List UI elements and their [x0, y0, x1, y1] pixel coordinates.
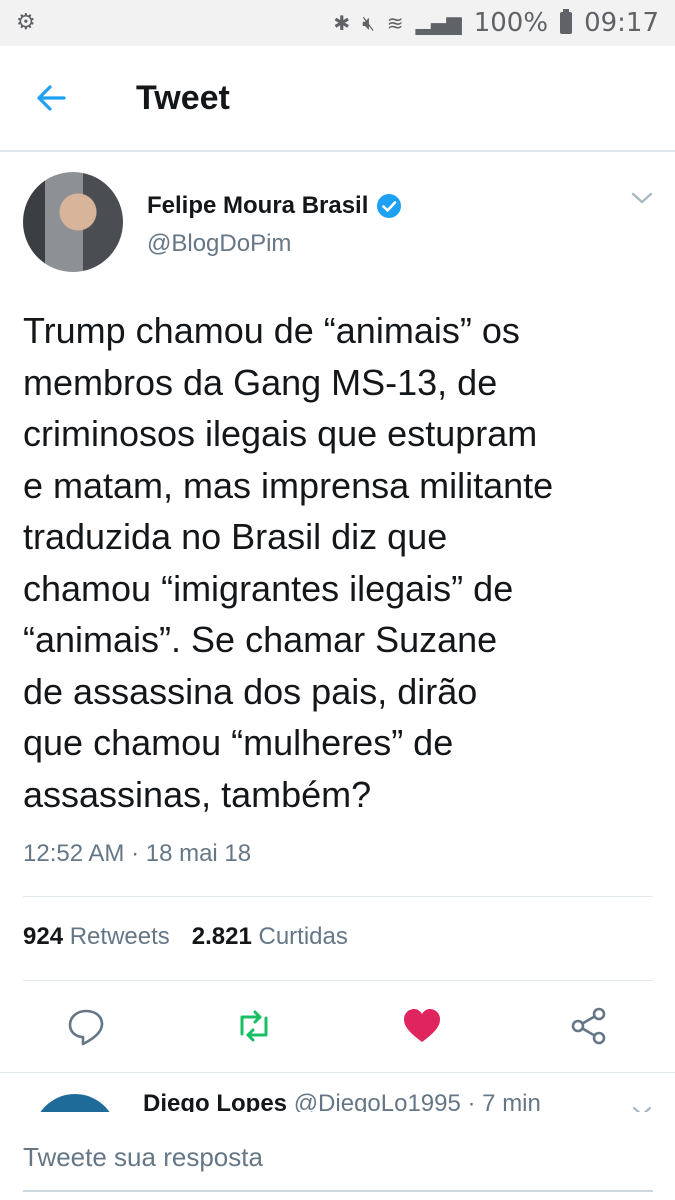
reply-icon[interactable] — [64, 1004, 108, 1048]
tweet-text-line: e matam, mas imprensa militante — [23, 464, 554, 506]
tweet-text-line: criminosos ilegais que estupram — [23, 413, 538, 454]
likes-count: 2.821 — [191, 923, 252, 950]
bluetooth-icon: ✱ — [333, 11, 351, 35]
battery-icon — [560, 9, 573, 34]
author-row[interactable]: Felipe Moura Brasil — [147, 192, 402, 220]
tweet-text-line: chamou “imigrantes ilegais” de — [23, 567, 514, 609]
status-icons: ✱ 🔇︎ ≋ ▂▄▆ 100% 09:17 — [333, 8, 659, 38]
author-avatar[interactable] — [23, 172, 123, 272]
tweet-text-line: de assassina dos pais, dirão — [23, 670, 478, 712]
divider — [23, 980, 653, 981]
share-icon[interactable] — [567, 1004, 611, 1048]
reply-input[interactable]: Tweete sua resposta — [23, 1142, 263, 1173]
likes-label: Curtidas — [258, 923, 348, 950]
wifi-icon: ≋ — [386, 11, 404, 35]
verified-badge-icon — [377, 194, 402, 218]
tweet-text-line: traduzida no Brasil diz que — [23, 516, 448, 557]
signal-icon: ▂▄▆ — [415, 11, 462, 35]
retweets-count: 924 — [23, 923, 64, 950]
battery-percent: 100% — [473, 8, 549, 38]
page-title: Tweet — [136, 79, 230, 117]
author-name[interactable]: Felipe Moura Brasil — [147, 192, 368, 220]
divider — [0, 1072, 675, 1073]
tweet-stats: 924 Retweets 2.821 Curtidas — [23, 923, 348, 951]
divider — [23, 896, 653, 897]
like-icon[interactable] — [400, 1004, 444, 1048]
retweet-icon[interactable] — [232, 1004, 276, 1048]
tweet-text-line: membros da Gang MS-13, de — [23, 361, 498, 403]
tweet-text-line: assassinas, também? — [23, 773, 372, 815]
reply-composer: Tweete sua resposta — [0, 1112, 675, 1200]
input-underline — [23, 1190, 653, 1192]
app-bar: Tweet — [0, 46, 675, 152]
tweet-text-line: Trump chamou de “animais” os — [23, 310, 520, 351]
status-bar: ⚙ ✱ 🔇︎ ≋ ▂▄▆ 100% 09:17 — [0, 0, 675, 46]
clock: 09:17 — [584, 8, 659, 38]
likes-stat[interactable]: 2.821 Curtidas — [192, 923, 348, 951]
tweet-timestamp: 12:52 AM · 18 mai 18 — [23, 840, 252, 867]
settings-notification-icon: ⚙ — [16, 10, 36, 35]
tweet-text-line: “animais”. Se chamar Suzane — [23, 619, 498, 660]
retweets-label: Retweets — [69, 923, 170, 950]
back-arrow-icon[interactable] — [34, 82, 74, 114]
tweet-text: Trump chamou de “animais” os membros da … — [23, 305, 663, 820]
retweets-stat[interactable]: 924 Retweets — [23, 923, 170, 951]
tweet-text-line: que chamou “mulheres” de — [23, 722, 454, 763]
chevron-down-icon[interactable] — [630, 190, 654, 206]
mute-icon: 🔇︎ — [362, 11, 375, 35]
author-handle[interactable]: @BlogDoPim — [147, 230, 291, 258]
